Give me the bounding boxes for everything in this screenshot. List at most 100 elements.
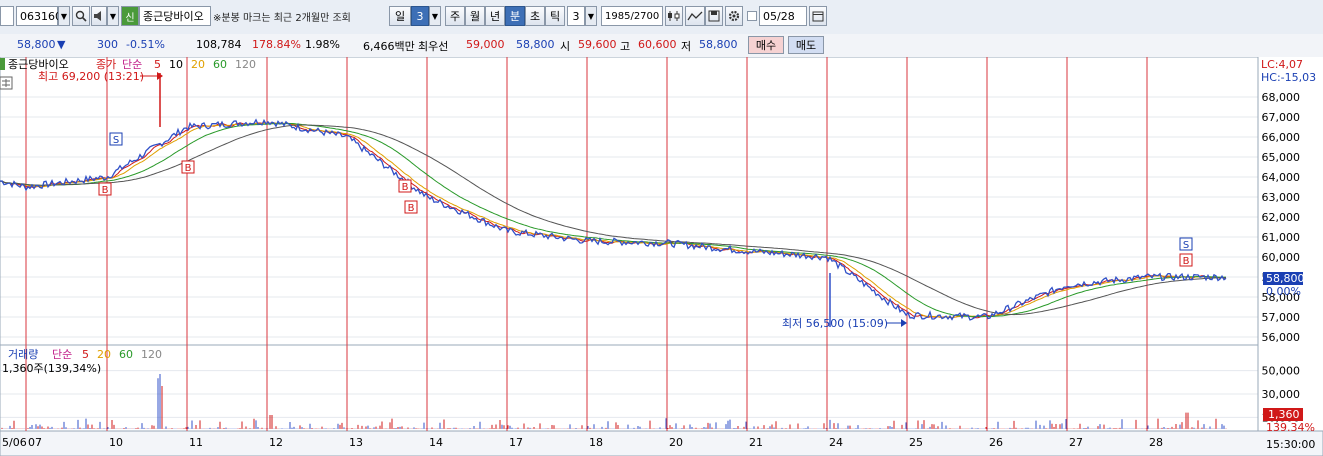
menu-toggle[interactable]	[0, 6, 14, 26]
volume-value: 108,784	[196, 38, 242, 51]
indicator-icon[interactable]	[685, 6, 705, 26]
save-icon[interactable]	[705, 6, 723, 26]
buy-button[interactable]: 매수	[748, 36, 784, 54]
current-volume-pct-tag: 139.34%	[1266, 421, 1315, 434]
y-tick-label: 68,000	[1262, 91, 1301, 104]
x-tick-label: 24	[829, 436, 843, 449]
price-legend-period: 60	[213, 58, 227, 71]
x-tick-label: 27	[1069, 436, 1083, 449]
trade-amount: 6,466백만	[363, 40, 415, 53]
period-minute-button[interactable]: 분	[505, 6, 525, 26]
stock-code-input[interactable]: 063160	[16, 6, 62, 26]
turnover-rate: 1.98%	[305, 38, 340, 51]
volume-legend-period: 60	[119, 348, 133, 361]
x-tick-label: 11	[189, 436, 203, 449]
y-tick-label: 60,000	[1262, 251, 1301, 264]
volume-tick-label: 50,000	[1262, 365, 1301, 378]
open-label: 시	[560, 40, 571, 53]
quote-bar: 58,800 ▼ 300 -0.51% 108,784 178.84% 1.98…	[0, 34, 1323, 58]
price-legend-period: 20	[191, 58, 205, 71]
current-price: 58,800	[17, 38, 56, 51]
stock-code-dropdown[interactable]: ▼	[58, 6, 70, 26]
y-tick-label: 62,000	[1262, 211, 1301, 224]
stock-chart[interactable]: SBBBBSB 68,00067,00066,00065,00064,00063…	[0, 57, 1323, 456]
low-label: 저	[681, 40, 692, 53]
date-checkbox[interactable]	[747, 11, 757, 21]
x-tick-label: 21	[749, 436, 763, 449]
signal-marker-label: S	[113, 135, 119, 146]
x-tick-label: 13	[349, 436, 363, 449]
current-volume-tag-text: 1,360	[1268, 408, 1300, 421]
volume-legend-period: 5	[82, 348, 89, 361]
toolbar: 063160 ▼ ▼ 신 종근당바이오 ※분봉 마크는 최근 2개월만 조회 일…	[0, 0, 1323, 35]
current-price-tag-text: 58,800	[1266, 272, 1305, 285]
volume-ratio: 178.84%	[252, 38, 301, 51]
signal-marker-label: B	[185, 163, 192, 174]
x-tick-label: 07	[28, 436, 42, 449]
price-legend-period: 10	[169, 58, 183, 71]
period-value[interactable]: 3	[411, 6, 429, 26]
y-tick-label: 57,000	[1262, 311, 1301, 324]
price-change: 300	[97, 38, 118, 51]
stock-badge: 신	[121, 6, 139, 26]
change-percent: -0.51%	[126, 38, 165, 51]
y-tick-label: 63,000	[1262, 191, 1301, 204]
x-tick-label: 14	[429, 436, 443, 449]
volume-legend-period: 120	[141, 348, 162, 361]
y-tick-label: 56,000	[1262, 331, 1301, 344]
signal-marker-label: B	[102, 185, 109, 196]
period-week-button[interactable]: 주	[445, 6, 465, 26]
speaker-dropdown[interactable]: ▼	[107, 6, 119, 26]
price-legend-period: 5	[154, 58, 161, 71]
y-tick-label: 67,000	[1262, 111, 1301, 124]
calendar-icon[interactable]	[809, 6, 827, 26]
signal-marker-label: S	[1183, 240, 1189, 251]
period-day-button[interactable]: 일	[389, 6, 411, 26]
speaker-icon[interactable]	[91, 6, 107, 26]
high-price: 60,600	[638, 38, 677, 51]
signal-marker-label: B	[408, 203, 415, 214]
x-tick-label: 28	[1149, 436, 1163, 449]
notice-text: ※분봉 마크는 최근 2개월만 조회	[213, 13, 351, 24]
y-tick-label: 61,000	[1262, 231, 1301, 244]
best-bid: 58,800	[516, 38, 555, 51]
period-year-button[interactable]: 년	[485, 6, 505, 26]
x-tick-label: 10	[109, 436, 123, 449]
gear-icon[interactable]	[725, 6, 743, 26]
x-tick-label: 5/06	[2, 436, 27, 449]
y-tick-label: 65,000	[1262, 151, 1301, 164]
period-dropdown[interactable]: ▼	[429, 6, 441, 26]
volume-ma-label: 단순	[52, 348, 72, 361]
x-tick-label: 25	[909, 436, 923, 449]
signal-marker-label: B	[1183, 256, 1190, 267]
x-tick-label: 18	[589, 436, 603, 449]
interval-dropdown[interactable]: ▼	[585, 6, 597, 26]
high-label: 고	[620, 40, 631, 53]
y-tick-label: 66,000	[1262, 131, 1301, 144]
search-icon[interactable]	[72, 6, 90, 26]
hc-label: HC:-15,03	[1261, 71, 1316, 84]
signal-marker-label: B	[402, 182, 409, 193]
date-input[interactable]: 05/28	[759, 6, 807, 26]
time-label: 15:30:00	[1266, 438, 1315, 451]
period-second-button[interactable]: 초	[525, 6, 545, 26]
open-price: 59,600	[578, 38, 617, 51]
x-tick-label: 20	[669, 436, 683, 449]
x-tick-label: 17	[509, 436, 523, 449]
volume-legend-name: 거래량	[8, 348, 38, 361]
current-pct-tag: 0.00%	[1266, 285, 1301, 298]
period-month-button[interactable]: 월	[465, 6, 485, 26]
high-annotation: 최고 69,200 (13:21)	[38, 70, 144, 83]
y-tick-label: 64,000	[1262, 171, 1301, 184]
stock-name[interactable]: 종근당바이오	[139, 6, 211, 26]
candle-type-icon[interactable]	[665, 6, 683, 26]
x-tick-label: 12	[269, 436, 283, 449]
best-label: 최우선	[418, 40, 449, 53]
volume-current-value: 1,360주(139,34%)	[2, 362, 101, 375]
count-input[interactable]: 1985/2700	[601, 6, 663, 26]
period-tick-button[interactable]: 틱	[545, 6, 565, 26]
lc-label: LC:4,07	[1261, 58, 1303, 71]
interval-input[interactable]: 3	[567, 6, 585, 26]
sell-button[interactable]: 매도	[788, 36, 824, 54]
price-legend-period: 120	[235, 58, 256, 71]
